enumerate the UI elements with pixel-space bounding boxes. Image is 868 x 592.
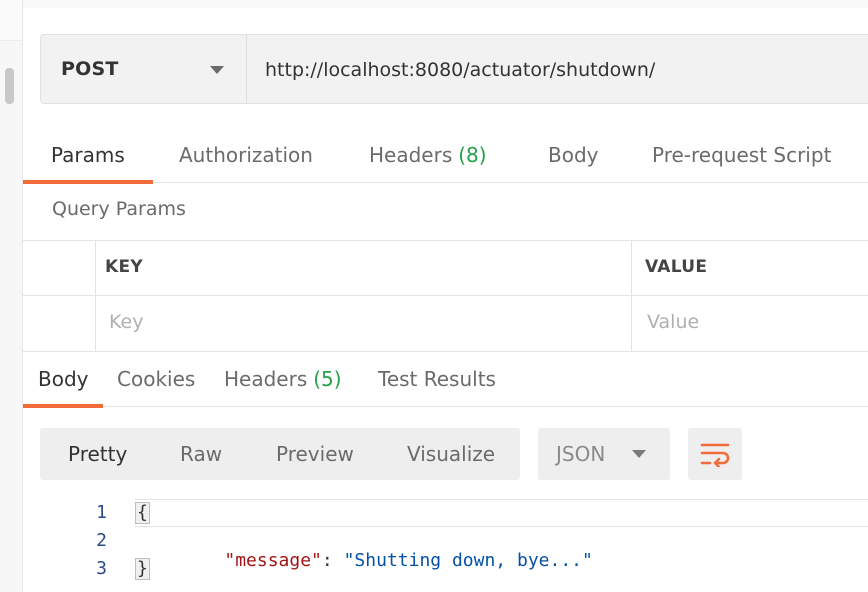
chevron-down-icon	[632, 450, 646, 458]
current-line-highlight	[135, 499, 868, 527]
tab-params[interactable]: Params	[51, 128, 125, 181]
column-header-key: KEY	[105, 257, 143, 277]
view-pretty-button[interactable]: Pretty	[68, 428, 127, 480]
json-open-brace: {	[135, 502, 150, 524]
json-key: "message"	[224, 550, 322, 571]
method-label: POST	[61, 58, 119, 80]
tab-headers-count: (8)	[458, 142, 487, 167]
response-tab-body[interactable]: Body	[38, 352, 89, 406]
view-raw-button[interactable]: Raw	[180, 428, 222, 480]
json-close-brace: }	[135, 558, 150, 580]
wrap-lines-icon	[700, 443, 730, 467]
format-label: JSON	[556, 442, 606, 466]
table-header-divider	[23, 295, 868, 296]
format-select[interactable]: JSON	[538, 428, 670, 480]
request-tabs: Params Authorization Headers (8) Body Pr…	[23, 128, 868, 184]
tab-params-label: Params	[51, 142, 125, 167]
query-params-table: KEY VALUE	[23, 240, 868, 352]
tab-authorization-label: Authorization	[179, 142, 313, 167]
response-tab-body-label: Body	[38, 367, 89, 391]
response-tabs: Body Cookies Headers (5) Test Results	[23, 352, 868, 408]
view-mode-group: Pretty Raw Preview Visualize	[40, 428, 520, 480]
param-value-input[interactable]	[645, 307, 868, 337]
response-tab-cookies[interactable]: Cookies	[117, 352, 195, 406]
scrollbar-thumb[interactable]	[5, 68, 14, 104]
column-header-value: VALUE	[645, 257, 708, 277]
line-number: 1	[96, 502, 107, 523]
view-visualize-button[interactable]: Visualize	[407, 428, 495, 480]
line-number: 3	[96, 558, 107, 579]
param-key-input[interactable]	[107, 307, 611, 337]
active-tab-underline	[23, 180, 153, 184]
left-sidebar-gutter	[0, 0, 23, 592]
json-colon: :	[321, 550, 344, 571]
response-tab-headers-label: Headers	[224, 367, 308, 391]
wrap-lines-button[interactable]	[688, 428, 742, 480]
query-params-title: Query Params	[52, 198, 186, 220]
response-tab-test-results-label: Test Results	[378, 367, 496, 391]
json-line: "message": "Shutting down, bye..."	[181, 529, 593, 592]
tab-authorization[interactable]: Authorization	[179, 128, 313, 181]
response-tab-headers-count: (5)	[313, 367, 342, 391]
view-preview-button[interactable]: Preview	[276, 428, 354, 480]
response-tab-headers[interactable]: Headers (5)	[224, 352, 342, 406]
url-input[interactable]	[247, 35, 868, 105]
json-string-value: "Shutting down, bye..."	[343, 550, 593, 571]
response-body-editor[interactable]: 1 2 3 { "message": "Shutting down, bye..…	[23, 496, 868, 592]
top-strip	[23, 0, 868, 8]
gutter-top-band	[0, 0, 22, 41]
response-tab-cookies-label: Cookies	[117, 367, 196, 391]
tab-headers[interactable]: Headers (8)	[369, 128, 487, 181]
tab-body-label: Body	[548, 142, 599, 167]
chevron-down-icon	[210, 66, 224, 74]
active-response-tab-underline	[23, 404, 103, 408]
response-tab-test-results[interactable]: Test Results	[378, 352, 496, 406]
method-select[interactable]: POST	[41, 35, 247, 103]
tab-body[interactable]: Body	[548, 128, 599, 181]
request-url-bar: POST	[40, 34, 868, 105]
tab-pre-request-script-label: Pre-request Script	[652, 142, 832, 167]
table-divider	[95, 241, 96, 351]
tab-headers-label: Headers	[369, 142, 453, 167]
tab-pre-request-script[interactable]: Pre-request Script	[652, 128, 831, 181]
line-number: 2	[96, 530, 107, 551]
table-divider	[631, 241, 632, 351]
